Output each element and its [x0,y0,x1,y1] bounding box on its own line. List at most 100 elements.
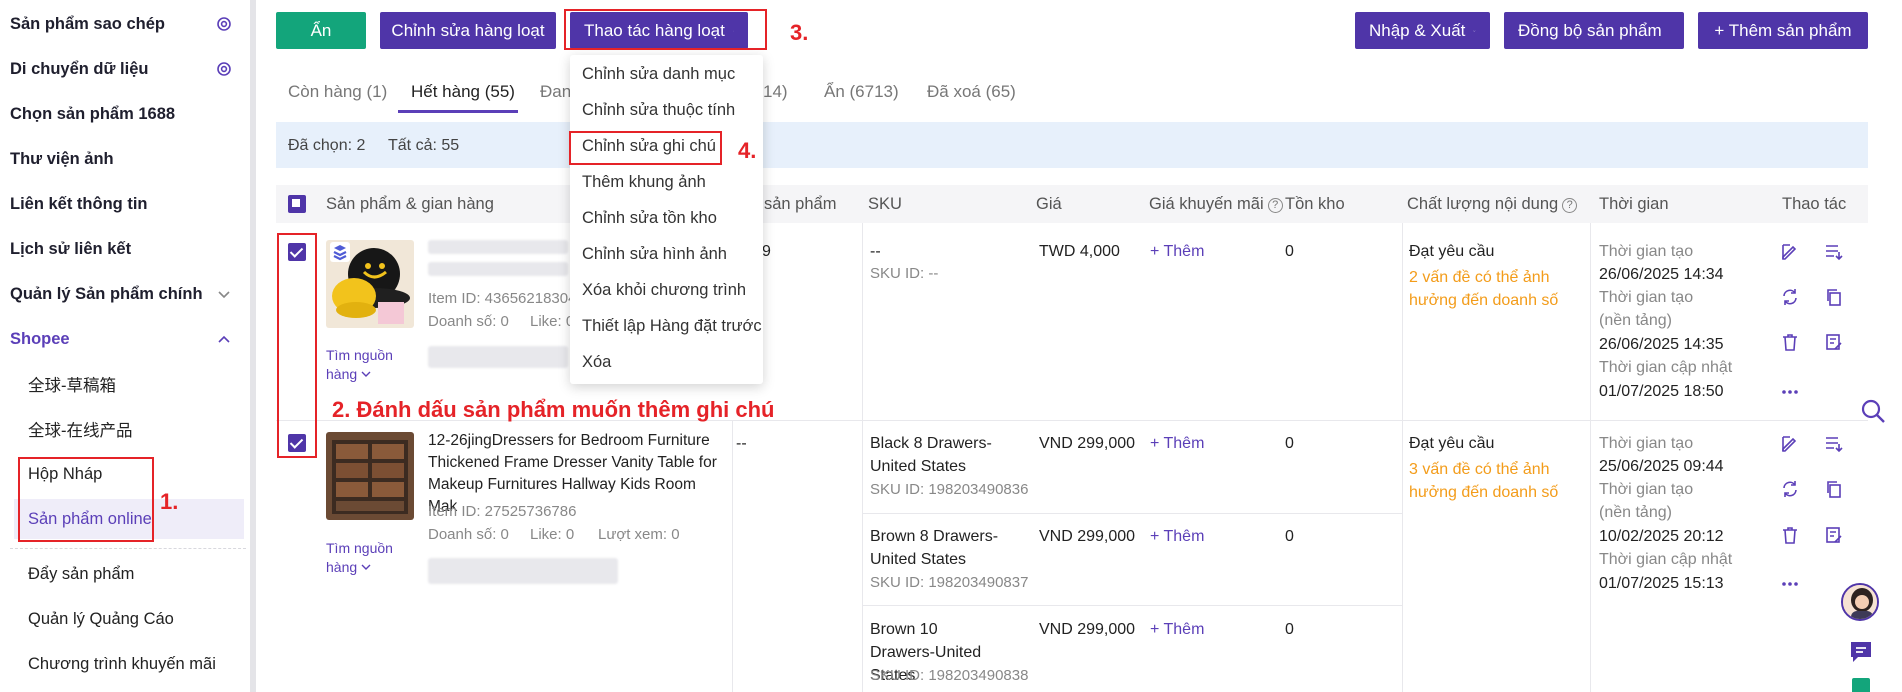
support-avatar[interactable] [1841,583,1879,621]
sidebar-item-promotions[interactable]: Chương trình khuyến mãi [28,644,244,684]
stock: 0 [1285,435,1294,452]
list-edit-icon[interactable] [1824,434,1844,454]
created-label: Thời gian tạo [1599,435,1694,452]
product-partial-value: 9 [762,243,771,260]
import-export-button[interactable]: Nhập & Xuất [1355,12,1490,49]
add-product-button[interactable]: + Thêm sản phẩm [1698,12,1868,49]
price: VND 299,000 [1039,621,1136,638]
quality-warning[interactable]: 3 vấn đề có thể ảnh hưởng đến doanh số [1409,458,1589,504]
column-separator [862,223,863,692]
hide-button[interactable]: Ẩn [276,12,366,49]
sku-id: SKU ID: 198203490838 [870,667,1029,684]
note-icon[interactable] [1824,525,1844,545]
sidebar-item-link-info[interactable]: Liên kết thông tin [10,184,238,224]
add-promo-link[interactable]: + Thêm [1150,618,1204,641]
sync-products-button[interactable]: Đồng bộ sản phẩm [1504,12,1684,49]
selection-bar: Đã chọn: 2 Tất cả: 55 [276,122,1868,168]
menu-item-edit-stock[interactable]: Chỉnh sửa tồn kho [582,209,717,228]
sidebar-item-ads[interactable]: Quản lý Quảng Cáo [28,599,244,639]
search-icon[interactable] [1860,398,1886,424]
bulk-edit-button[interactable]: Chỉnh sửa hàng loạt [380,12,556,49]
header-price: Giá [1036,195,1062,213]
column-separator [732,420,733,692]
floating-widget[interactable] [1852,678,1870,692]
gear-icon[interactable] [214,14,234,34]
select-all-checkbox[interactable] [288,195,306,213]
more-icon[interactable] [1780,382,1800,402]
trash-icon[interactable] [1780,332,1800,352]
annotation-box-step1 [18,457,154,542]
tab-in-stock[interactable]: Còn hàng (1) [288,82,387,102]
sku-name: -- [870,243,881,260]
column-separator [1402,223,1403,692]
price: TWD 4,000 [1039,243,1120,260]
annotation-step2: 2. Đánh dấu sản phẩm muốn thêm ghi chú [332,397,775,422]
menu-item-add-image-frame[interactable]: Thêm khung ảnh [582,173,706,192]
table-header: Sản phẩm & gian hàng sản phẩm SKU Giá Gi… [276,185,1868,223]
help-icon[interactable]: ? [1562,198,1578,213]
stock: 0 [1285,528,1294,545]
menu-item-edit-images[interactable]: Chỉnh sửa hình ảnh [582,245,727,264]
find-source-link[interactable]: Tìm nguồn hàng [326,346,406,384]
sidebar-item-image-library[interactable]: Thư viện ảnh [10,139,238,179]
chevron-up-icon [218,335,230,343]
sidebar-divider [10,548,246,549]
help-icon[interactable]: ? [1267,198,1283,213]
menu-item-edit-attributes[interactable]: Chỉnh sửa thuộc tính [582,101,735,120]
created-time: 25/06/2025 09:44 [1599,458,1724,475]
annotation-box-step4 [569,131,722,165]
header-promo-price: Giá khuyến mãi? [1149,195,1283,214]
list-edit-icon[interactable] [1824,242,1844,262]
note-icon[interactable] [1824,332,1844,352]
views-count: Lượt xem: 0 [598,526,680,543]
trash-icon[interactable] [1780,525,1800,545]
menu-item-remove-from-program[interactable]: Xóa khỏi chương trình [582,281,746,300]
sidebar-scrollbar[interactable] [250,0,256,692]
sidebar-sub-global-online[interactable]: 全球-在线产品 [28,409,244,449]
sidebar-item-main-products[interactable]: Quản lý Sản phẩm chính [10,274,238,314]
copy-icon[interactable] [1824,479,1844,499]
quality-warning[interactable]: 2 vấn đề có thể ảnh hưởng đến doanh số [1409,266,1589,312]
menu-item-delete[interactable]: Xóa [582,353,611,372]
sku-id: SKU ID: -- [870,265,939,282]
updated-time: 01/07/2025 15:13 [1599,575,1724,592]
edit-icon[interactable] [1780,434,1800,454]
header-time: Thời gian [1599,195,1669,213]
tab-out-of-stock[interactable]: Hết hàng (55) [411,82,515,102]
add-promo-link[interactable]: + Thêm [1150,240,1204,263]
sidebar-item-copied-products[interactable]: Sản phẩm sao chép [10,4,238,44]
created-label: Thời gian tạo [1599,243,1694,260]
sidebar-sub-global-drafts[interactable]: 全球-草稿箱 [28,364,244,404]
sidebar-item-1688[interactable]: Chọn sản phẩm 1688 [10,94,238,134]
sync-icon[interactable] [1780,479,1800,499]
sidebar-item-shopee[interactable]: Shopee [10,319,238,359]
sidebar-item-push-products[interactable]: Đẩy sản phẩm [28,554,244,594]
sidebar-item-link-history[interactable]: Lịch sử liên kết [10,229,238,269]
sku-id: SKU ID: 198203490836 [870,481,1029,498]
sidebar: Sản phẩm sao chép Di chuyển dữ liệu Chọn… [0,0,256,692]
stock: 0 [1285,243,1294,260]
bulk-action-dropdown: Chỉnh sửa danh mục Chỉnh sửa thuộc tính … [570,55,763,384]
copy-icon[interactable] [1824,287,1844,307]
sync-icon[interactable] [1780,287,1800,307]
chat-icon[interactable] [1848,639,1874,665]
avatar-icon [1843,585,1877,619]
add-promo-link[interactable]: + Thêm [1150,525,1204,548]
annotation-step3: 3. [790,20,809,45]
tab-deleted[interactable]: Đã xoá (65) [927,82,1016,102]
gear-icon[interactable] [214,59,234,79]
find-source-link[interactable]: Tìm nguồn hàng [326,539,406,577]
edit-icon[interactable] [1780,242,1800,262]
sidebar-item-data-migration[interactable]: Di chuyển dữ liệu [10,49,238,89]
tab-hidden[interactable]: Ẩn (6713) [824,82,899,102]
tab-pending-count[interactable]: 14) [763,82,788,102]
product-partial-value: -- [736,435,747,452]
menu-item-edit-category[interactable]: Chỉnh sửa danh mục [582,65,735,84]
product-image [326,432,414,520]
menu-item-preorder[interactable]: Thiết lập Hàng đặt trước [582,317,762,336]
add-promo-link[interactable]: + Thêm [1150,432,1204,455]
more-icon[interactable] [1780,574,1800,594]
selected-count: Đã chọn: 2 [288,137,366,154]
product-thumbnail[interactable] [326,432,414,520]
likes-count: Like: 0 [530,313,575,330]
